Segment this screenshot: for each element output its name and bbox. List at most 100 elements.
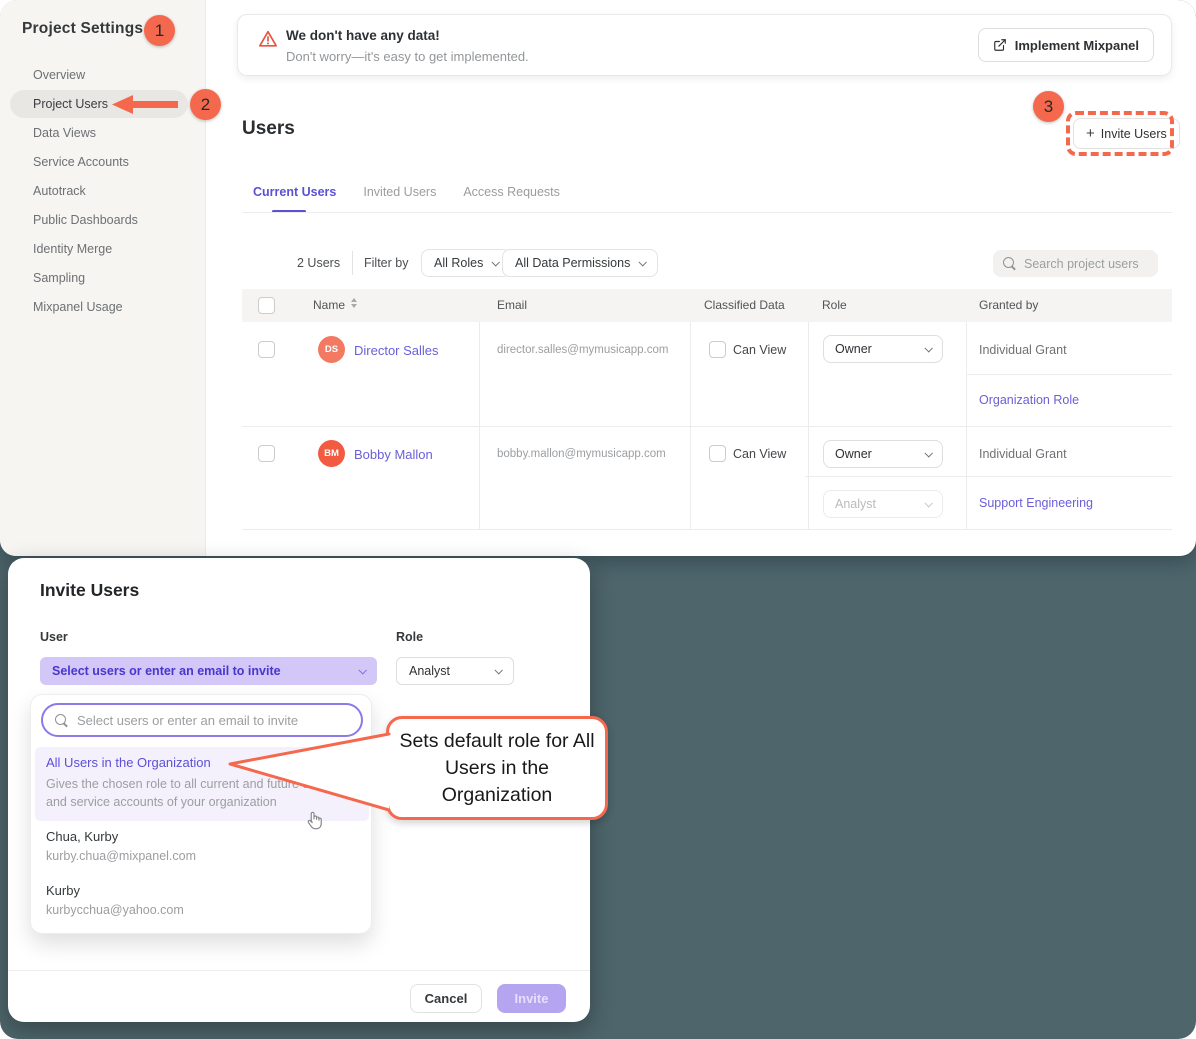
user-email: bobby.mallon@mymusicapp.com xyxy=(497,448,666,460)
chevron-down-icon xyxy=(492,258,500,266)
annotation-dashed-highlight xyxy=(1066,111,1174,156)
modal-title: Invite Users xyxy=(40,580,139,601)
cell-divider xyxy=(966,374,1172,375)
banner-title: We don't have any data! xyxy=(286,28,440,43)
sidebar-item-mixpanel-usage[interactable]: Mixpanel Usage xyxy=(33,297,123,317)
row-checkbox[interactable] xyxy=(258,341,275,358)
external-link-icon xyxy=(993,38,1007,52)
col-name[interactable]: Name xyxy=(313,289,357,322)
avatar: DS xyxy=(318,336,345,363)
banner-subtitle: Don't worry—it's easy to get implemented… xyxy=(286,49,529,64)
sidebar-item-service-accounts[interactable]: Service Accounts xyxy=(33,152,129,172)
can-view-label: Can View xyxy=(733,447,786,461)
user-name-link[interactable]: Director Salles xyxy=(354,343,439,358)
sidebar-item-identity-merge[interactable]: Identity Merge xyxy=(33,239,112,259)
tab-invited-users[interactable]: Invited Users xyxy=(363,185,436,211)
role-field-label: Role xyxy=(396,630,423,644)
implement-mixpanel-button[interactable]: Implement Mixpanel xyxy=(978,28,1154,62)
granted-by-link[interactable]: Support Engineering xyxy=(979,496,1093,510)
table-header: Name Email Classified Data Role Granted … xyxy=(242,289,1172,322)
sidebar-item-autotrack[interactable]: Autotrack xyxy=(33,181,86,201)
sidebar-item-sampling[interactable]: Sampling xyxy=(33,268,85,288)
modal-footer-divider xyxy=(8,970,590,971)
user-count: 2 Users xyxy=(297,256,340,270)
settings-sidebar: Project Settings Overview Project Users … xyxy=(0,0,206,556)
project-settings-page: Project Settings Overview Project Users … xyxy=(0,0,1196,556)
col-email: Email xyxy=(497,289,527,322)
no-data-banner: We don't have any data! Don't worry—it's… xyxy=(237,14,1172,76)
page-title: Project Settings xyxy=(22,20,143,38)
annotation-marker-2: 2 xyxy=(190,89,221,120)
screenshot-canvas: Project Settings Overview Project Users … xyxy=(0,0,1196,1039)
suggestion-email: kurby.chua@mixpanel.com xyxy=(46,849,196,863)
all-data-permissions-filter[interactable]: All Data Permissions xyxy=(502,249,658,277)
users-heading: Users xyxy=(242,118,295,140)
table-row: DS Director Salles director.salles@mymus… xyxy=(242,322,1172,427)
search-input[interactable] xyxy=(1024,257,1144,271)
filter-by-label: Filter by xyxy=(364,256,408,270)
can-view-checkbox[interactable] xyxy=(709,445,726,462)
sort-icon xyxy=(351,298,357,308)
role-dropdown[interactable]: Owner xyxy=(823,335,943,363)
annotation-marker-1: 1 xyxy=(144,15,175,46)
warning-icon xyxy=(258,29,278,49)
cell-divider xyxy=(805,476,1172,477)
user-name-link[interactable]: Bobby Mallon xyxy=(354,447,433,462)
option-title: All Users in the Organization xyxy=(46,755,211,770)
search-icon xyxy=(1003,257,1016,270)
can-view-checkbox[interactable] xyxy=(709,341,726,358)
col-classified: Classified Data xyxy=(704,289,785,322)
annotation-callout: Sets default role for All Users in the O… xyxy=(386,716,608,820)
chevron-down-icon xyxy=(924,499,932,507)
table-row: BM Bobby Mallon bobby.mallon@mymusicapp.… xyxy=(242,427,1172,530)
sidebar-item-public-dashboards[interactable]: Public Dashboards xyxy=(33,210,138,230)
column-divider xyxy=(808,322,809,426)
user-email: director.salles@mymusicapp.com xyxy=(497,344,668,356)
filter-divider xyxy=(352,251,353,275)
chevron-down-icon xyxy=(639,258,647,266)
column-divider xyxy=(479,427,480,529)
column-divider xyxy=(690,322,691,426)
column-divider xyxy=(966,427,967,529)
annotation-arrow-icon xyxy=(112,94,178,115)
column-divider xyxy=(479,322,480,426)
sidebar-item-data-views[interactable]: Data Views xyxy=(33,123,96,143)
role-dropdown[interactable]: Owner xyxy=(823,440,943,468)
column-divider xyxy=(808,427,809,529)
sidebar-item-project-users[interactable]: Project Users xyxy=(33,94,108,114)
chevron-down-icon xyxy=(924,449,932,457)
user-select-dropdown[interactable]: Select users or enter an email to invite xyxy=(40,657,377,685)
role-select-dropdown[interactable]: Analyst xyxy=(396,657,514,685)
row-checkbox[interactable] xyxy=(258,445,275,462)
users-tabs: Current Users Invited Users Access Reque… xyxy=(253,185,560,211)
tabs-divider xyxy=(242,212,1172,213)
suggestion-name[interactable]: Chua, Kurby xyxy=(46,829,118,844)
role-dropdown-disabled: Analyst xyxy=(823,490,943,518)
search-icon xyxy=(55,714,68,727)
callout-tail xyxy=(222,720,400,820)
user-field-label: User xyxy=(40,630,68,644)
hand-cursor-icon xyxy=(303,808,325,832)
col-role: Role xyxy=(822,289,847,322)
column-divider xyxy=(690,427,691,529)
suggestion-name[interactable]: Kurby xyxy=(46,883,80,898)
all-roles-filter[interactable]: All Roles xyxy=(421,249,511,277)
sidebar-item-overview[interactable]: Overview xyxy=(33,65,85,85)
col-granted-by: Granted by xyxy=(979,289,1038,322)
invite-submit-button[interactable]: Invite xyxy=(497,984,566,1013)
tab-access-requests[interactable]: Access Requests xyxy=(463,185,560,211)
annotation-marker-3: 3 xyxy=(1033,91,1064,122)
chevron-down-icon xyxy=(924,344,932,352)
search-project-users[interactable] xyxy=(993,250,1158,277)
suggestion-email: kurbycchua@yahoo.com xyxy=(46,903,184,917)
granted-by-value: Individual Grant xyxy=(979,447,1067,461)
chevron-down-icon xyxy=(358,666,366,674)
avatar: BM xyxy=(318,440,345,467)
granted-by-link[interactable]: Organization Role xyxy=(979,393,1079,407)
select-all-checkbox[interactable] xyxy=(258,297,275,314)
chevron-down-icon xyxy=(494,666,502,674)
can-view-label: Can View xyxy=(733,343,786,357)
tab-current-users[interactable]: Current Users xyxy=(253,185,336,211)
granted-by-value: Individual Grant xyxy=(979,343,1067,357)
cancel-button[interactable]: Cancel xyxy=(410,984,482,1013)
